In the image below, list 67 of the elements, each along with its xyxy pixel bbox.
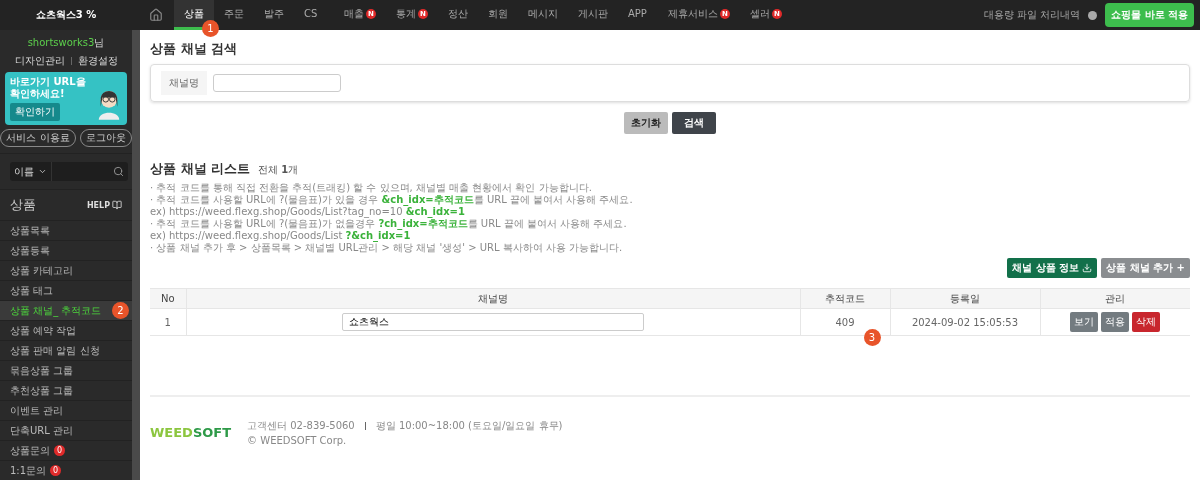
help-note: · 추적 코드를 사용할 URL에 ?(물음표)가 있을 경우 &ch_idx=추적코드를 URL 끝에 붙여서 사용해 주세요. bbox=[150, 194, 634, 206]
nav-tab[interactable]: CS bbox=[294, 0, 334, 30]
user-link[interactable]: 환경설정 bbox=[77, 54, 118, 68]
sidebar-item[interactable]: 이벤트 관리 bbox=[0, 401, 132, 420]
sidebar-item[interactable]: 상품 카테고리 bbox=[0, 261, 132, 280]
row-action-button[interactable]: 보기 bbox=[1070, 312, 1099, 332]
sidebar-item[interactable]: 상품등록 bbox=[0, 241, 132, 260]
banner-button[interactable]: 확인하기 bbox=[10, 103, 60, 121]
brand-name: 쇼츠웍스3 % bbox=[34, 8, 98, 22]
hours-text: 평일 10:00~18:00 (토요일/일요일 휴무) bbox=[375, 419, 563, 433]
nav-tab[interactable]: APP bbox=[618, 0, 658, 30]
step-marker: 3 bbox=[863, 328, 881, 346]
scrollbar[interactable] bbox=[132, 30, 140, 480]
nav-tab[interactable]: 게시판 bbox=[568, 0, 618, 30]
nav-tab[interactable]: 메시지 bbox=[518, 0, 568, 30]
list-action-button[interactable]: 채널 상품 정보 bbox=[1007, 258, 1098, 278]
column-header: No bbox=[150, 288, 186, 309]
nav-tab[interactable]: 발주 bbox=[254, 0, 294, 30]
channel-name-input[interactable] bbox=[213, 74, 341, 92]
help-note: · 추적 코드를 통해 직접 전환을 추적(트래킹) 할 수 있으며, 채널별 매출 현황에서 확인 가능합니다. bbox=[150, 182, 593, 194]
user-name: shortsworks3님 bbox=[27, 36, 105, 50]
step-marker: 1 bbox=[202, 20, 219, 37]
nav-tab[interactable]: 회원 bbox=[478, 0, 518, 30]
section-title: 상품 채널 검색 bbox=[150, 40, 239, 58]
column-header: 채널명 bbox=[186, 288, 800, 309]
row-action-button[interactable]: 적용 bbox=[1101, 312, 1130, 332]
search-form-button[interactable]: 초기화 bbox=[624, 112, 668, 134]
banner-text: 바로가기 URL을 확인하세요! bbox=[10, 76, 87, 100]
user-link[interactable]: 디자인관리 bbox=[14, 54, 65, 68]
total-count: 전체 1개 bbox=[258, 163, 299, 177]
sidebar-item[interactable]: 상품 태그 bbox=[0, 281, 132, 300]
table-cell: 409 bbox=[835, 316, 855, 328]
help-note: ex) https://weed.flexg.shop/Goods/List ?&ch_idx=1 bbox=[150, 230, 412, 242]
help-link[interactable]: HELP bbox=[86, 200, 122, 210]
copyright-text: © WEEDSOFT Corp. bbox=[247, 435, 348, 446]
field-label: 채널명 bbox=[161, 71, 207, 95]
count-badge: 0 bbox=[50, 465, 62, 476]
company-logo: WEEDSOFT bbox=[150, 425, 232, 440]
column-header: 등록일 bbox=[890, 288, 1040, 309]
help-note: ex) https://weed.flexg.shop/Goods/List?tag_no=10 &ch_idx=1 bbox=[150, 206, 466, 218]
help-icon[interactable] bbox=[1088, 10, 1098, 20]
column-header: 관리 bbox=[1040, 288, 1190, 309]
sidebar-item[interactable]: 1:1문의 0 bbox=[0, 461, 132, 480]
chevron-down-icon bbox=[38, 167, 47, 176]
sidebar-item[interactable]: 추천상품 그룹 bbox=[0, 381, 132, 400]
count-badge: 0 bbox=[54, 445, 65, 456]
help-note: · 추적 코드를 사용할 URL에 ?(물음표)가 없을경우 ?ch_idx=추적코드를 URL 끝에 붙여서 사용해 주세요. bbox=[150, 218, 628, 230]
contact-text: 고객센터 02-839-5060 bbox=[247, 419, 355, 433]
nav-tab[interactable]: 정산 bbox=[438, 0, 478, 30]
column-header: 추적코드 bbox=[800, 288, 890, 309]
row-action-button[interactable]: 삭제 bbox=[1132, 312, 1161, 332]
search-form-button[interactable]: 검색 bbox=[672, 112, 716, 134]
sidebar-title: 상품 bbox=[10, 196, 36, 214]
download-icon bbox=[1082, 263, 1093, 273]
sidebar-item[interactable]: 단축URL 관리 bbox=[0, 421, 132, 440]
sidebar-item[interactable]: 상품문의 0 bbox=[0, 441, 132, 460]
sidebar-item[interactable]: 상품목록 bbox=[0, 221, 132, 240]
sidebar-item[interactable]: 상품 판매 알림 신청 bbox=[0, 341, 132, 360]
book-icon bbox=[112, 200, 122, 210]
sidebar-item[interactable]: 상품 예약 작업 bbox=[0, 321, 132, 340]
channel-name-field[interactable]: 쇼츠웍스 bbox=[342, 313, 644, 331]
table-cell: 1 bbox=[150, 308, 186, 336]
section-title: 상품 채널 리스트 bbox=[150, 160, 251, 178]
help-note: · 상품 채널 추가 후 > 상품목록 > 채널별 URL관리 > 해당 채널 '생성' > URL 복사하여 사용 가능합니다. bbox=[150, 242, 624, 254]
bulk-file-link[interactable]: 대용량 파일 처리내역 bbox=[983, 8, 1081, 22]
table-cell: 2024-09-02 15:05:53 bbox=[890, 308, 1040, 336]
sidebar-item[interactable]: 묶음상품 그룹 bbox=[0, 361, 132, 380]
